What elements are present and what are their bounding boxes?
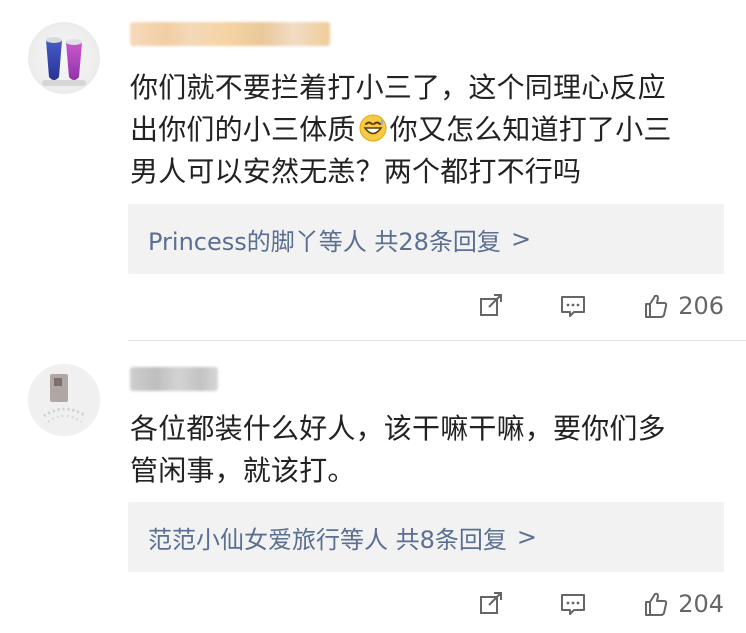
share-icon xyxy=(480,294,503,316)
share-button[interactable] xyxy=(476,589,506,619)
replies-summary[interactable]: 范范小仙女爱旅行等人 共8条回复 > xyxy=(128,502,724,572)
username-redacted[interactable] xyxy=(130,367,218,391)
username-redacted[interactable] xyxy=(130,22,330,46)
replies-summary-text: 范范小仙女爱旅行等人 共8条回复 xyxy=(148,525,507,554)
share-button[interactable] xyxy=(476,291,506,321)
like-icon xyxy=(645,592,668,616)
like-button[interactable]: 206 xyxy=(640,291,724,321)
comment-button[interactable] xyxy=(558,291,588,321)
avatar[interactable] xyxy=(28,22,100,94)
comment-icon xyxy=(561,296,586,317)
chevron-right-icon: > xyxy=(510,225,532,253)
action-row: 206 xyxy=(476,288,724,324)
chevron-right-icon: > xyxy=(516,523,538,551)
comment-icon xyxy=(561,594,586,615)
share-icon xyxy=(480,592,503,614)
comment-2: 各位都装什么好人，该干嘛干嘛，要你们多 管闲事，就该打。 范范小仙女爱旅行等人 … xyxy=(0,341,746,633)
comment-1: 你们就不要拦着打小三了，这个同理心反应 出你们的小三体质 你又怎么知道打了小三 … xyxy=(0,0,746,340)
like-icon xyxy=(645,294,668,318)
like-count: 206 xyxy=(678,292,724,320)
avatar-image xyxy=(28,364,100,436)
comment-text-segment: 出你们的小三体质 xyxy=(130,113,356,146)
grinning-sweat-emoji-icon xyxy=(358,113,388,143)
comment-text-line-1: 各位都装什么好人，该干嘛干嘛，要你们多 xyxy=(130,412,666,445)
comment-text-line-2: 出你们的小三体质 你又怎么知道打了小三 xyxy=(130,109,718,151)
action-row: 204 xyxy=(476,586,724,622)
comment-text-line-3: 男人可以安然无恙？两个都打不行吗 xyxy=(130,155,582,188)
replies-summary[interactable]: Princess的脚丫等人 共28条回复 > xyxy=(128,204,724,274)
comment-text-segment: 你又怎么知道打了小三 xyxy=(389,113,672,146)
avatar-image xyxy=(42,37,86,86)
comment-text-line-2: 管闲事，就该打。 xyxy=(130,454,356,487)
avatar[interactable] xyxy=(28,364,100,436)
like-button[interactable]: 204 xyxy=(640,589,724,619)
comment-content: 你们就不要拦着打小三了，这个同理心反应 出你们的小三体质 你又怎么知道打了小三 … xyxy=(130,67,718,193)
comment-content: 各位都装什么好人，该干嘛干嘛，要你们多 管闲事，就该打。 xyxy=(130,408,718,492)
replies-summary-text: Princess的脚丫等人 共28条回复 xyxy=(148,227,501,256)
comment-text-line-1: 你们就不要拦着打小三了，这个同理心反应 xyxy=(130,71,666,104)
comment-button[interactable] xyxy=(558,589,588,619)
like-count: 204 xyxy=(678,590,724,618)
